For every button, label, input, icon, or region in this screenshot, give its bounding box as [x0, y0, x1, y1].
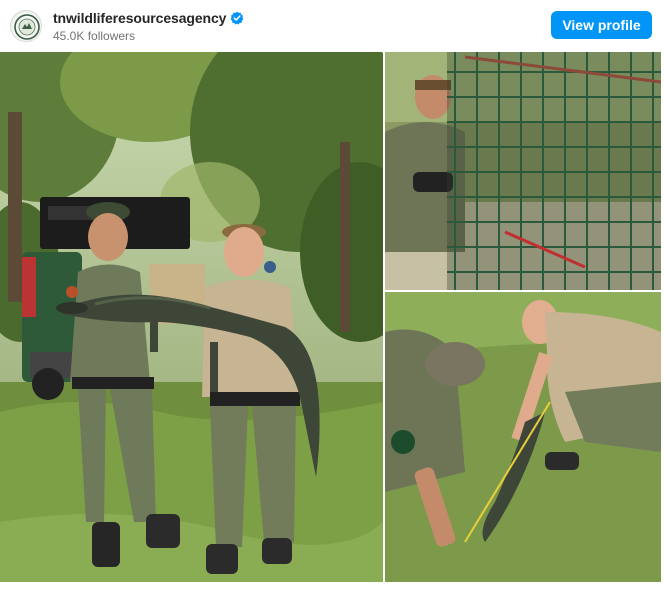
verified-badge-icon — [230, 11, 244, 25]
username[interactable]: tnwildliferesourcesagency — [53, 10, 226, 26]
group-photo — [0, 52, 383, 582]
account-info: tnwildliferesourcesagency 45.0K follower… — [53, 9, 244, 43]
profile-avatar[interactable] — [10, 10, 42, 42]
media-bottom-spacer — [0, 582, 664, 592]
post-media[interactable] — [0, 52, 664, 582]
view-profile-button[interactable]: View profile — [551, 11, 652, 39]
cage-icon — [447, 52, 661, 290]
follower-count: 45.0K followers — [53, 29, 136, 43]
post-header: tnwildliferesourcesagency 45.0K follower… — [0, 0, 664, 52]
measuring-photo — [385, 292, 661, 582]
agency-logo-icon — [12, 12, 41, 41]
trap-cage-photo — [385, 52, 661, 290]
instagram-embed: tnwildliferesourcesagency 45.0K follower… — [0, 0, 664, 592]
